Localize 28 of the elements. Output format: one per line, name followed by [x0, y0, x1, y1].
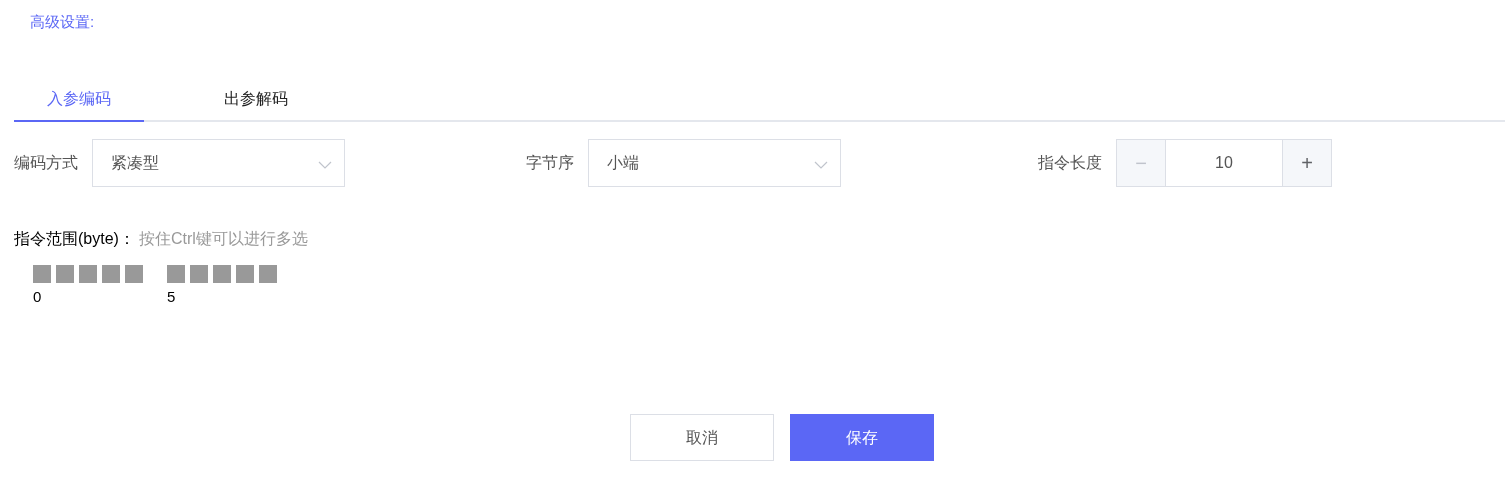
cancel-button[interactable]: 取消 [630, 414, 774, 461]
byte-cell[interactable] [33, 265, 51, 283]
byte-cell[interactable] [125, 265, 143, 283]
byte-cell[interactable] [79, 265, 97, 283]
range-hint: 按住Ctrl键可以进行多选 [138, 229, 308, 249]
dropdown[interactable]: 小端 [588, 139, 841, 187]
byte-cell[interactable] [102, 265, 120, 283]
byte-cell[interactable] [190, 265, 208, 283]
increment-button[interactable]: + [1282, 139, 1332, 187]
byte-cell[interactable] [56, 265, 74, 283]
dropdown[interactable]: 紧凑型 [92, 139, 345, 187]
advanced-settings-link[interactable]: 高级设置: [30, 13, 95, 30]
byte-cell[interactable] [236, 265, 254, 283]
byte-index: 5 [167, 289, 177, 304]
save-button[interactable]: 保存 [790, 414, 934, 461]
byte-cell[interactable] [167, 265, 185, 283]
tab[interactable]: 出参解码 [144, 78, 368, 122]
tab[interactable]: 入参编码 [14, 78, 144, 122]
byte-cell[interactable] [213, 265, 231, 283]
byte-index: 0 [33, 289, 43, 304]
byte-cell[interactable] [259, 265, 277, 283]
chevron-down-icon [318, 161, 332, 169]
field-label: 编码方式 [14, 153, 78, 173]
field-label: 字节序 [526, 153, 574, 173]
field-label: 指令长度 [1038, 153, 1102, 173]
chevron-down-icon [814, 161, 828, 169]
range-label: 指令范围(byte)： [14, 229, 135, 249]
number-field[interactable]: 10 [1166, 139, 1282, 187]
